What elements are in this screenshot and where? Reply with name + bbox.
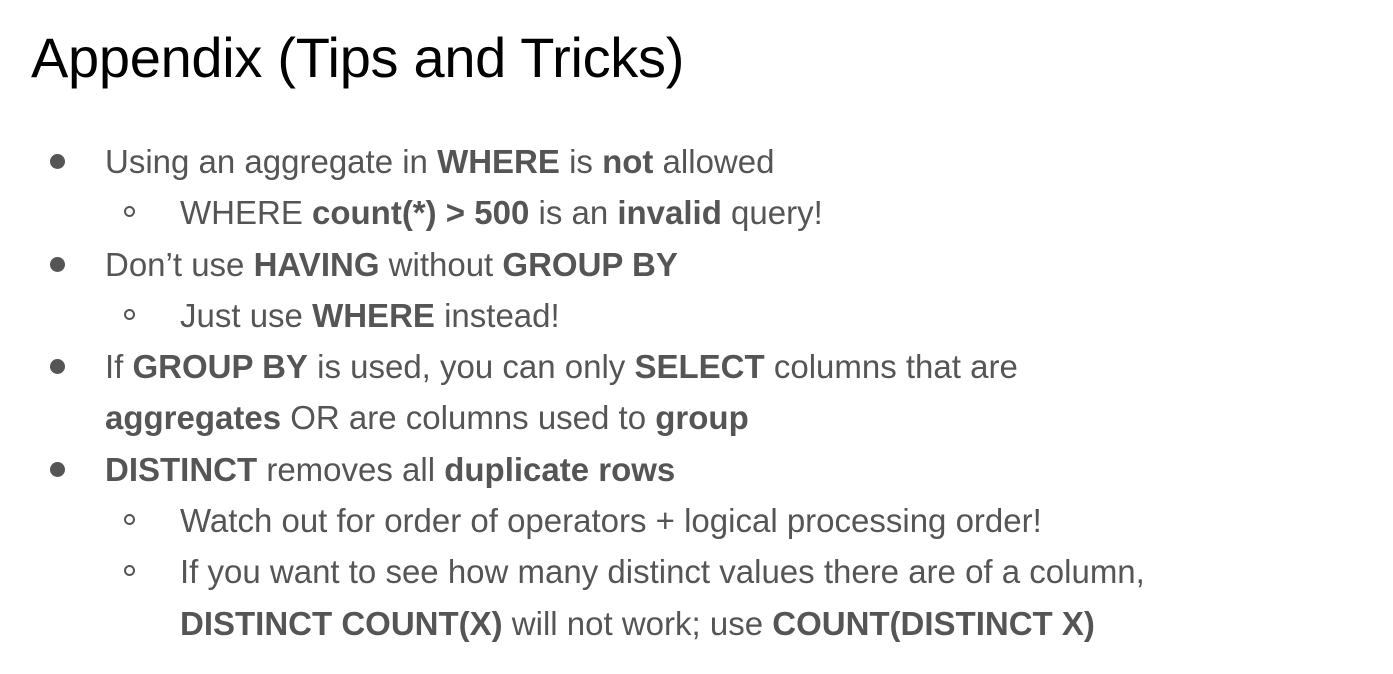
sub-list-item: Just use WHERE instead! [0,290,1393,341]
hollow-bullet-icon [124,565,135,577]
filled-bullet-icon [50,256,65,272]
sub-list-item: WHERE count(*) > 500 is an invalid query… [0,187,1393,238]
list-item: DISTINCT removes all duplicate rows [0,444,1393,495]
sub-list-item-text: Just use WHERE instead! [180,296,560,334]
filled-bullet-icon [50,359,65,375]
list-item-text: Don’t use HAVING without GROUP BY [105,245,678,283]
list-item: Don’t use HAVING without GROUP BY [0,239,1393,290]
slide-title: Appendix (Tips and Tricks) [31,26,685,89]
list-item: If GROUP BY is used, you can only SELECT… [0,341,1393,392]
list-item-text: Using an aggregate in WHERE is not allow… [105,143,775,180]
sub-list-item: Watch out for order of operators + logic… [0,495,1393,546]
list-item-continuation: aggregates OR are columns used to group [0,392,1393,443]
hollow-bullet-icon [124,514,135,526]
bullet-list: Using an aggregate in WHERE is not allow… [0,136,1393,649]
sub-list-item-continuation: DISTINCT COUNT(X) will not work; use COU… [0,598,1393,649]
list-item-text: DISTINCT removes all duplicate rows [105,450,676,488]
filled-bullet-icon [50,154,65,169]
list-item-text: If GROUP BY is used, you can only SELECT… [105,348,1018,386]
hollow-bullet-icon [124,206,135,218]
sub-list-item: If you want to see how many distinct val… [0,546,1393,597]
sub-list-item-text: DISTINCT COUNT(X) will not work; use COU… [180,604,1095,642]
hollow-bullet-icon [124,308,135,320]
sub-list-item-text: Watch out for order of operators + logic… [180,502,1042,540]
list-item: Using an aggregate in WHERE is not allow… [0,136,1393,187]
sub-list-item-text: WHERE count(*) > 500 is an invalid query… [180,194,823,232]
filled-bullet-icon [50,461,65,477]
list-item-text: aggregates OR are columns used to group [105,399,749,437]
slide: Appendix (Tips and Tricks) Using an aggr… [0,0,1393,674]
sub-list-item-text: If you want to see how many distinct val… [180,553,1145,591]
